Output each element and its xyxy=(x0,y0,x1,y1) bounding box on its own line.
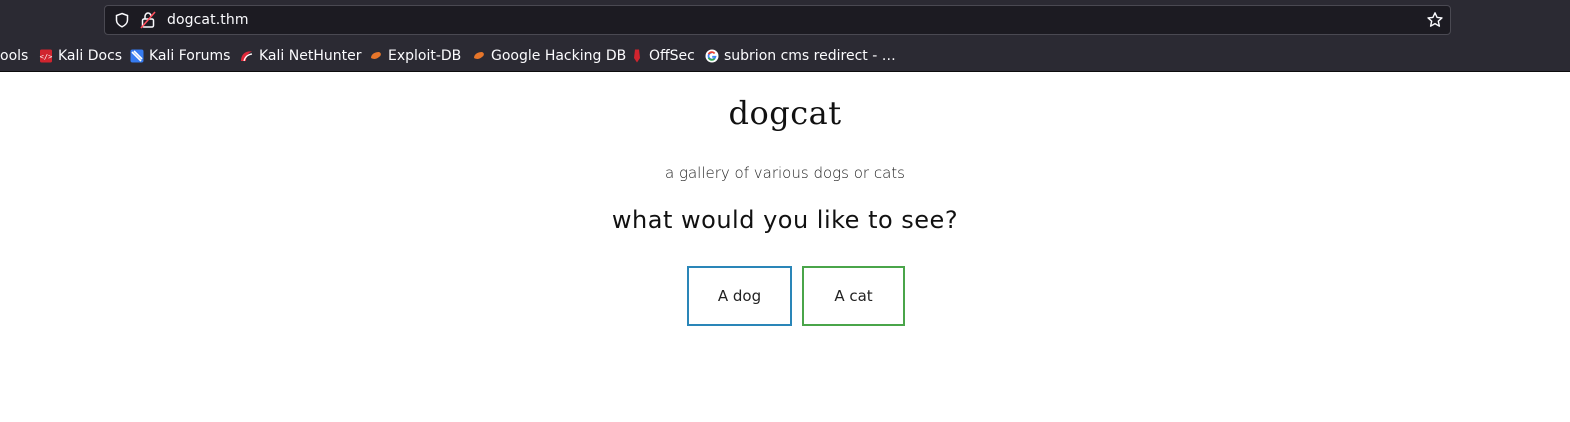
bookmark-google-hacking-db[interactable]: Google Hacking DB xyxy=(472,43,626,69)
bookmark-tools[interactable]: ools xyxy=(0,43,28,69)
shield-icon[interactable] xyxy=(114,12,130,28)
kali-docs-icon: </> xyxy=(40,49,53,63)
bookmark-label: Google Hacking DB xyxy=(491,48,627,64)
bookmark-offsec[interactable]: OffSec xyxy=(630,43,695,69)
kali-nethunter-icon xyxy=(241,51,253,62)
cat-button[interactable]: A cat xyxy=(802,266,905,326)
bookmark-label: subrion cms redirect - … xyxy=(724,48,896,64)
svg-text:</>: </> xyxy=(40,53,53,61)
page-content: dogcat a gallery of various dogs or cats… xyxy=(0,72,1570,422)
bookmark-label: Kali Forums xyxy=(149,48,231,64)
bookmark-subrion-cms[interactable]: subrion cms redirect - … xyxy=(705,43,896,69)
lock-insecure-icon[interactable] xyxy=(140,11,156,29)
bookmark-label: Kali Docs xyxy=(58,48,123,64)
bookmark-kali-docs[interactable]: </> Kali Docs xyxy=(39,43,122,69)
address-bar[interactable]: dogcat.thm xyxy=(104,5,1451,35)
bookmarks-toolbar: ools </> Kali Docs Kali Forums Kali NetH… xyxy=(0,43,1570,69)
bookmark-label: Exploit-DB xyxy=(388,48,462,64)
exploit-db-icon xyxy=(371,52,381,59)
bookmark-star-icon[interactable] xyxy=(1426,11,1444,29)
dog-button[interactable]: A dog xyxy=(687,266,792,326)
offsec-icon xyxy=(634,49,640,63)
site-subtitle: a gallery of various dogs or cats xyxy=(665,164,905,182)
bookmark-exploit-db[interactable]: Exploit-DB xyxy=(369,43,461,69)
bookmark-kali-forums[interactable]: Kali Forums xyxy=(130,43,230,69)
bookmark-label: OffSec xyxy=(649,48,695,64)
prompt-heading: what would you like to see? xyxy=(611,206,959,234)
browser-toolbar: dogcat.thm ools </> Kali Docs Kali Forum… xyxy=(0,0,1570,72)
google-icon xyxy=(705,49,719,63)
google-hacking-db-icon xyxy=(474,52,484,59)
url-text[interactable]: dogcat.thm xyxy=(167,12,249,28)
bookmark-label: ools xyxy=(0,48,29,64)
site-title: dogcat xyxy=(728,94,842,132)
kali-forums-icon xyxy=(130,49,144,63)
bookmark-label: Kali NetHunter xyxy=(259,48,362,64)
bookmark-kali-nethunter[interactable]: Kali NetHunter xyxy=(240,43,361,69)
